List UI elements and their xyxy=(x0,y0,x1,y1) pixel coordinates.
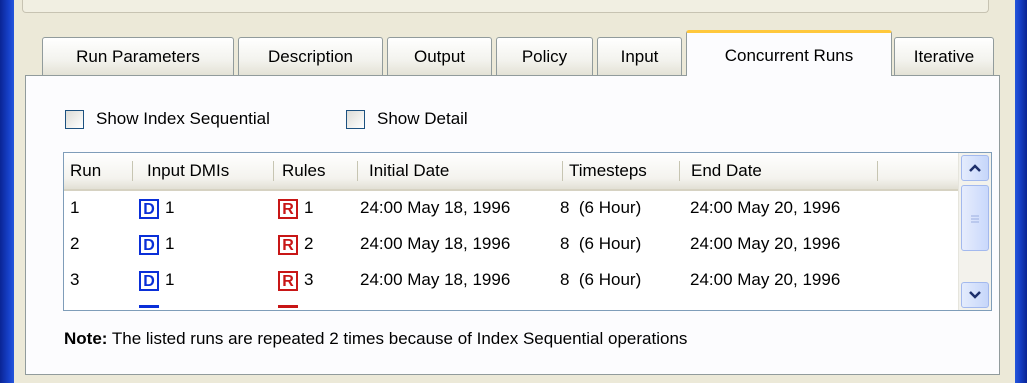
rule-cell: R2 xyxy=(278,227,313,261)
initial-date: 24:00 May 18, 1996 xyxy=(360,234,511,253)
end-date: 24:00 May 20, 1996 xyxy=(690,234,841,253)
upper-group-box xyxy=(22,0,989,13)
scroll-down-button[interactable] xyxy=(961,282,989,308)
grip-icon xyxy=(971,215,979,223)
input-dmi-value: 1 xyxy=(165,198,175,217)
rule-value: 1 xyxy=(304,198,314,217)
column-header-end-date[interactable]: End Date xyxy=(685,153,875,189)
table-row[interactable]: 1 D1 R1 24:00 May 18, 1996 8 (6 Hour) 24… xyxy=(64,191,959,225)
timesteps: 8 (6 Hour) xyxy=(560,198,642,217)
table-row[interactable]: 3 D1 R3 24:00 May 18, 1996 8 (6 Hour) 24… xyxy=(64,263,959,297)
run-number: 3 xyxy=(70,270,80,289)
run-number: 2 xyxy=(70,234,80,253)
list-header: Run Input DMIs Rules Initial Date Timest… xyxy=(64,153,959,191)
rule-icon: R xyxy=(278,234,298,255)
window-frame-left xyxy=(0,0,14,383)
input-dmi-cell: D1 xyxy=(139,191,174,225)
dmi-icon: D xyxy=(139,270,159,291)
note-label: Note: xyxy=(64,329,108,348)
column-header-run[interactable]: Run xyxy=(64,153,132,189)
end-date: 24:00 May 20, 1996 xyxy=(690,270,841,289)
concurrent-runs-list[interactable]: Run Input DMIs Rules Initial Date Timest… xyxy=(63,152,992,311)
partial-rule-icon xyxy=(278,305,298,308)
tab-iterative[interactable]: Iterative xyxy=(894,37,994,75)
column-divider[interactable] xyxy=(132,161,133,181)
input-dmi-value: 1 xyxy=(165,234,175,253)
tab-concurrent-runs[interactable]: Concurrent Runs xyxy=(686,30,892,76)
tab-run-parameters[interactable]: Run Parameters xyxy=(42,37,234,75)
rule-icon: R xyxy=(278,270,298,291)
column-header-rules[interactable]: Rules xyxy=(276,153,358,189)
tab-policy[interactable]: Policy xyxy=(496,37,593,75)
tab-output[interactable]: Output xyxy=(387,37,492,75)
column-header-initial-date[interactable]: Initial Date xyxy=(363,153,563,189)
chevron-up-icon xyxy=(969,164,981,172)
input-dmi-cell: D1 xyxy=(139,263,174,297)
initial-date: 24:00 May 18, 1996 xyxy=(360,198,511,217)
scroll-thumb[interactable] xyxy=(961,185,989,251)
show-index-sequential-checkbox[interactable] xyxy=(65,110,84,129)
show-index-sequential-label[interactable]: Show Index Sequential xyxy=(96,107,270,131)
timesteps: 8 (6 Hour) xyxy=(560,270,642,289)
column-header-input-dmis[interactable]: Input DMIs xyxy=(141,153,275,189)
dmi-icon: D xyxy=(139,198,159,219)
chevron-down-icon xyxy=(969,291,981,299)
column-divider[interactable] xyxy=(679,161,680,181)
timesteps: 8 (6 Hour) xyxy=(560,234,642,253)
rule-value: 2 xyxy=(304,234,314,253)
rule-cell: R3 xyxy=(278,263,313,297)
repeat-note: Note: The listed runs are repeated 2 tim… xyxy=(64,329,687,349)
input-dmi-value: 1 xyxy=(165,270,175,289)
table-row[interactable]: 2 D1 R2 24:00 May 18, 1996 8 (6 Hour) 24… xyxy=(64,227,959,261)
partial-dmi-icon xyxy=(139,305,159,308)
column-header-timesteps[interactable]: Timesteps xyxy=(563,153,679,189)
run-number: 1 xyxy=(70,198,80,217)
tab-description[interactable]: Description xyxy=(238,37,383,75)
input-dmi-cell: D1 xyxy=(139,227,174,261)
column-divider[interactable] xyxy=(877,161,878,181)
window-frame-right xyxy=(1015,0,1027,383)
column-divider[interactable] xyxy=(357,161,358,181)
initial-date: 24:00 May 18, 1996 xyxy=(360,270,511,289)
rule-cell: R1 xyxy=(278,191,313,225)
end-date: 24:00 May 20, 1996 xyxy=(690,198,841,217)
show-detail-checkbox[interactable] xyxy=(346,110,365,129)
rule-value: 3 xyxy=(304,270,314,289)
note-text: The listed runs are repeated 2 times bec… xyxy=(107,329,688,348)
rule-icon: R xyxy=(278,198,298,219)
scroll-up-button[interactable] xyxy=(961,155,989,181)
column-divider[interactable] xyxy=(273,161,274,181)
dmi-icon: D xyxy=(139,234,159,255)
vertical-scrollbar[interactable] xyxy=(958,153,991,310)
show-detail-label[interactable]: Show Detail xyxy=(377,107,468,131)
tab-input[interactable]: Input xyxy=(597,37,682,75)
